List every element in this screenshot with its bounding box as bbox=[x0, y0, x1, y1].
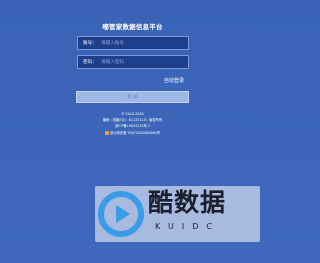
watermark-brand: 酷数据 bbox=[148, 188, 227, 217]
footer-contact: 编辑（电脑/QQ：61132115）版权所有 bbox=[102, 118, 163, 122]
footer-icp[interactable]: 浙ICP备19034233号-1 bbox=[0, 124, 265, 128]
password-input[interactable] bbox=[99, 57, 188, 67]
password-label: 密码： bbox=[83, 60, 97, 65]
page-title: 嘟管家数据信息平台 bbox=[102, 23, 163, 31]
watermark-sub: KUIDC bbox=[155, 222, 220, 231]
login-button[interactable]: 登 录 bbox=[76, 91, 189, 103]
account-field[interactable]: 账号： bbox=[77, 36, 189, 50]
watermark: 酷数据 KUIDC bbox=[95, 186, 260, 242]
account-input[interactable] bbox=[99, 38, 188, 48]
police-badge-icon bbox=[104, 131, 109, 135]
auto-login-link[interactable]: 自动登录 bbox=[164, 77, 184, 84]
footer-copyright: © 2010-2020 bbox=[121, 112, 144, 116]
police-text[interactable]: 浙公网安备 33070202000962号 bbox=[110, 131, 160, 135]
play-logo-icon bbox=[98, 191, 144, 237]
icp-text[interactable]: 浙ICP备19034233号-1 bbox=[115, 124, 150, 128]
account-label: 账号： bbox=[83, 41, 97, 46]
password-field[interactable]: 密码： bbox=[77, 55, 189, 69]
footer-police[interactable]: 浙公网安备 33070202000962号 bbox=[0, 131, 265, 135]
